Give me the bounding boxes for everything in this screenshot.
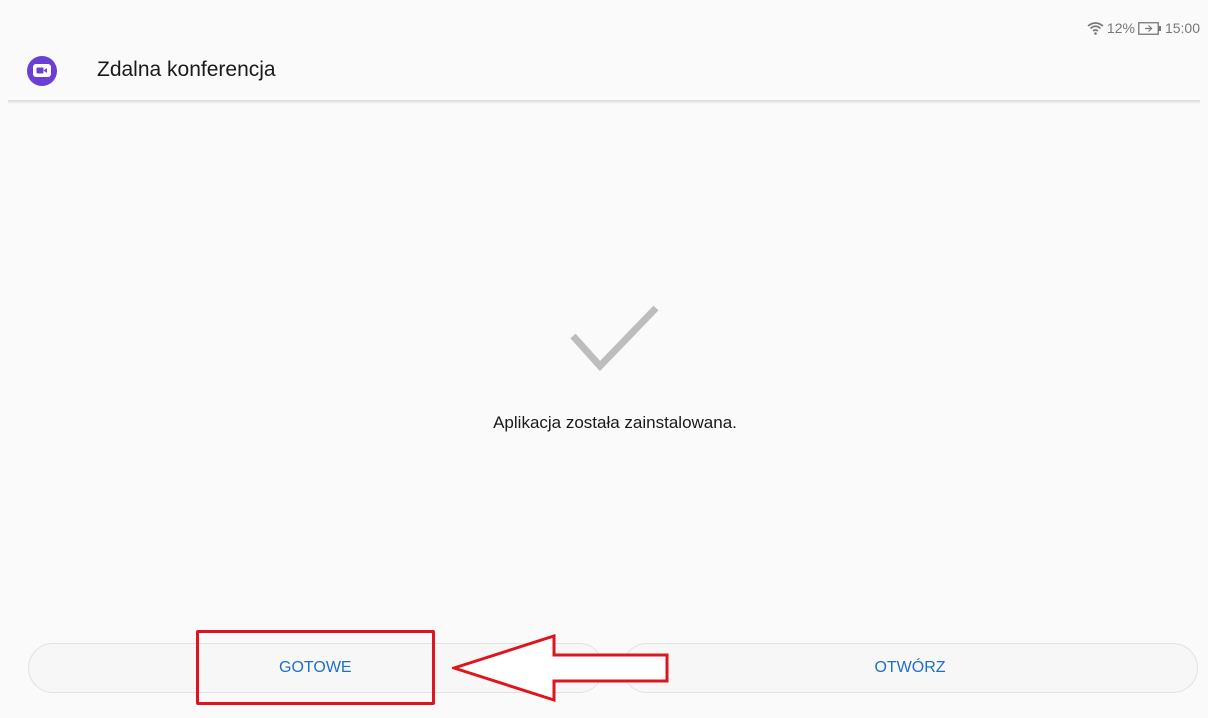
battery-icon	[1138, 21, 1162, 35]
battery-percent: 12%	[1106, 20, 1135, 36]
page-title: Zdalna konferencja	[97, 58, 276, 81]
install-status-message: Aplikacja została zainstalowana.	[493, 413, 737, 432]
video-conference-icon	[27, 56, 57, 86]
header-divider	[8, 100, 1200, 104]
open-button[interactable]: OTWÓRZ	[622, 643, 1198, 693]
wifi-icon	[1087, 21, 1104, 35]
status-bar: 12% 15:00	[1087, 20, 1200, 36]
app-header: Zdalna konferencja	[0, 46, 1208, 100]
open-button-label: OTWÓRZ	[874, 659, 946, 676]
install-complete-screen: 12% 15:00 Zdalna konferencja Aplikacja z…	[0, 0, 1208, 718]
status-time: 15:00	[1164, 20, 1200, 36]
done-button-label: GOTOWE	[279, 659, 352, 676]
checkmark-icon	[568, 302, 662, 374]
done-button[interactable]: GOTOWE	[28, 643, 604, 693]
